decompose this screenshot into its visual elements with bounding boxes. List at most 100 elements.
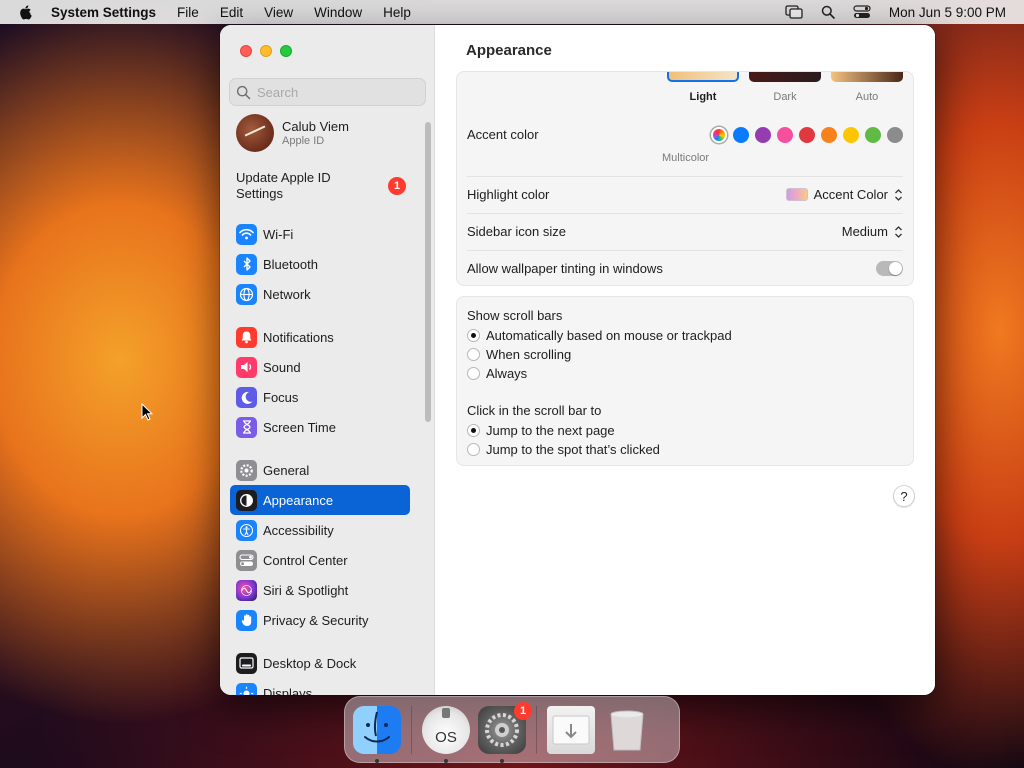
radio-label: When scrolling [486,347,572,362]
sidebar-item-screen-time[interactable]: Screen Time [230,412,410,442]
sidebar-item-control-center[interactable]: Control Center [230,545,410,575]
scroll-bars-group: Show scroll bars Automatically based on … [456,296,914,466]
sidebar-item-accessibility[interactable]: Accessibility [230,515,410,545]
trash-dock-icon[interactable] [603,706,651,754]
accent-yellow-swatch[interactable] [843,126,859,143]
downloads-stack-dock-icon[interactable] [547,705,595,754]
globe-icon [236,283,257,305]
apple-menu-icon[interactable] [18,4,34,20]
accent-color-swatches [711,126,903,143]
minimize-window-button[interactable] [260,45,272,57]
sidebar-item-general[interactable]: General [230,455,410,485]
macos-installer-dock-icon[interactable]: OS [422,705,470,763]
highlight-color-popup[interactable]: Accent Color [785,187,903,202]
sidebar-item-label: Privacy & Security [263,612,369,628]
view-menu[interactable]: View [264,5,293,20]
sidebar-item-label: Appearance [263,492,334,508]
accent-graphite-swatch[interactable] [887,126,903,143]
sidebar-item-privacy-security[interactable]: Privacy & Security [230,605,410,635]
accent-green-swatch[interactable] [865,126,881,143]
close-window-button[interactable] [240,45,252,57]
spotlight-search-icon[interactable] [819,5,837,19]
update-apple-id-label: Update Apple ID Settings [236,170,331,201]
radio-button[interactable] [467,348,480,361]
scroll-bars-option-always[interactable]: Always [467,366,527,381]
app-name-menu[interactable]: System Settings [51,5,156,20]
running-indicator [444,758,448,763]
sidebar-item-wifi[interactable]: Wi-Fi [230,219,410,249]
hourglass-icon [236,416,257,438]
appearance-light-label: Light [689,91,717,103]
gear-icon [236,459,257,481]
sidebar-item-displays[interactable]: Displays [230,678,410,695]
sidebar-icon-size-value: Medium [841,224,888,239]
click-scroll-option-next-page[interactable]: Jump to the next page [467,423,615,438]
system-settings-dock-icon[interactable]: 1 [478,701,532,763]
zoom-window-button[interactable] [280,45,292,57]
sidebar-item-label: Notifications [263,329,334,345]
radio-button[interactable] [467,443,480,456]
sidebar-scrollbar[interactable] [425,122,431,422]
finder-dock-icon[interactable] [353,705,401,763]
sidebar-icon-size-popup[interactable]: Medium [842,224,903,239]
appearance-light-thumbnail[interactable] [667,72,739,82]
menu-bar-clock[interactable]: Mon Jun 5 9:00 PM [889,5,1006,20]
sidebar-item-label: Wi-Fi [263,226,294,242]
scroll-bars-option-scrolling[interactable]: When scrolling [467,347,571,362]
sidebar-item-appearance[interactable]: Appearance [230,485,410,515]
siri-icon [236,579,257,601]
accent-pink-swatch[interactable] [777,126,793,143]
accent-red-swatch[interactable] [799,126,815,143]
multicolor-label: Multicolor [662,152,710,164]
sidebar-icon-size-row: Sidebar icon size Medium [467,213,903,250]
dock: OS 1 [344,696,680,763]
screen-mirroring-icon[interactable] [785,5,803,19]
radio-button[interactable] [467,424,480,437]
sidebar-item-focus[interactable]: Focus [230,382,410,412]
sidebar-item-sound[interactable]: Sound [230,352,410,382]
sidebar-item-label: Control Center [263,552,348,568]
appearance-dark-thumbnail[interactable] [749,72,821,82]
appearance-auto-thumbnail[interactable] [831,72,903,82]
wallpaper-tinting-toggle[interactable] [876,261,903,276]
sidebar-item-desktop-dock[interactable]: Desktop & Dock [230,648,410,678]
click-scroll-option-spot[interactable]: Jump to the spot that’s clicked [467,442,660,457]
sidebar-item-bluetooth[interactable]: Bluetooth [230,249,410,279]
mouse-pointer-icon [141,403,153,421]
sidebar-item-label: Displays [263,685,313,696]
help-menu[interactable]: Help [383,5,411,20]
accent-purple-swatch[interactable] [755,126,771,143]
radio-button[interactable] [467,367,480,380]
window-controls [240,45,292,57]
accent-blue-swatch[interactable] [733,126,749,143]
sidebar-item-notifications[interactable]: Notifications [230,322,410,352]
update-apple-id-item[interactable]: Update Apple ID Settings 1 [236,170,406,202]
sidebar-item-siri-spotlight[interactable]: Siri & Spotlight [230,575,410,605]
edit-menu[interactable]: Edit [220,5,243,20]
sidebar-icon-size-label: Sidebar icon size [467,224,566,239]
sidebar-item-label: General [263,462,310,478]
file-menu[interactable]: File [177,5,199,20]
apple-id-account[interactable]: Calub Viem Apple ID [236,114,349,152]
window-menu[interactable]: Window [314,5,362,20]
bluetooth-icon [236,253,257,275]
scroll-bars-option-auto[interactable]: Automatically based on mouse or trackpad [467,328,732,343]
running-indicator [375,758,379,763]
sidebar-search[interactable] [229,78,426,106]
highlight-color-label: Highlight color [467,187,550,202]
running-indicator [500,758,504,763]
sidebar-item-label: Accessibility [263,522,334,538]
control-center-icon[interactable] [853,5,871,19]
sidebar-item-network[interactable]: Network [230,279,410,309]
radio-label: Always [486,366,528,381]
accent-orange-swatch[interactable] [821,126,837,143]
help-button[interactable]: ? [893,485,915,507]
switches-icon [236,549,257,571]
radio-button[interactable] [467,329,480,342]
appearance-settings-group: Light Dark Auto Accent color Multicolor … [456,71,914,286]
highlight-color-row: Highlight color Accent Color [467,176,903,213]
avatar [236,114,274,152]
bell-icon [236,326,257,348]
search-input[interactable] [257,84,417,100]
accent-multicolor-swatch[interactable] [711,126,727,143]
